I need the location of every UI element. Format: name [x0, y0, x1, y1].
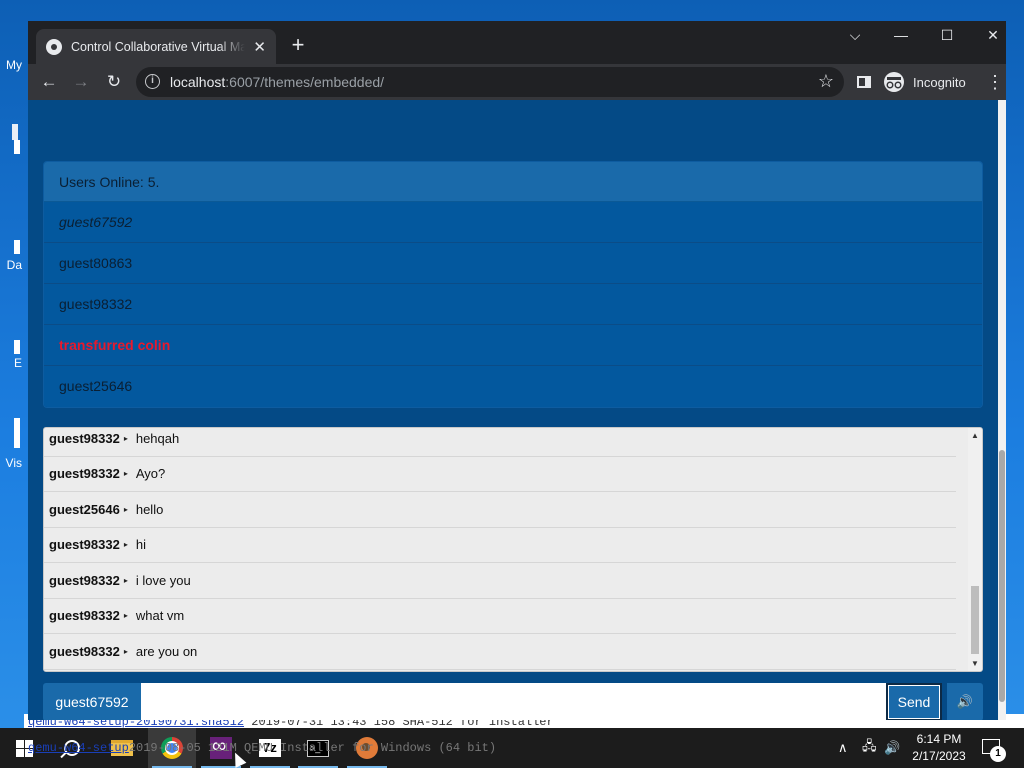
back-button[interactable]: ←: [37, 70, 61, 94]
chat-message: guest98332 ▸ hi: [44, 528, 956, 563]
desktop-icon-label[interactable]: E: [0, 356, 26, 370]
url-host: localhost: [170, 74, 226, 90]
chat-message-username[interactable]: guest25646: [49, 502, 120, 517]
scroll-up-arrow-icon[interactable]: ▲: [971, 431, 979, 440]
user-list-item[interactable]: guest80863: [44, 243, 982, 284]
desktop-icon[interactable]: [14, 418, 20, 448]
chat-message: guest98332 ▸ what vm: [44, 599, 956, 634]
chat-message-input[interactable]: [141, 683, 886, 720]
chat-message: guest98332 ▸ are you on: [44, 634, 956, 670]
send-button[interactable]: Send: [886, 683, 942, 720]
new-tab-button[interactable]: +: [286, 33, 310, 57]
browser-menu-icon[interactable]: ⋮: [986, 72, 1004, 92]
terminal-line: qemu-w64-setup2019-08-05 121M QEMU Insta…: [28, 740, 1024, 754]
chat-message-list: guest98332 ▸ hehqah guest98332 ▸ Ayo? guest256…: [44, 428, 964, 670]
chat-message-text: what vm: [135, 608, 185, 624]
chat-separator-icon: ▸: [123, 540, 128, 550]
site-favicon-icon: [46, 38, 62, 55]
chat-message-text: hi: [135, 537, 146, 553]
chat-scroll-thumb[interactable]: [971, 586, 979, 654]
chat-separator-icon: ▸: [123, 504, 128, 514]
maximize-button[interactable]: ☐: [932, 27, 962, 44]
tab-search-icon[interactable]: ⌵: [840, 27, 870, 44]
chat-separator-icon: ▸: [123, 646, 128, 656]
chat-separator-icon: ▸: [123, 469, 128, 479]
user-list-item[interactable]: transfurred colin: [44, 325, 982, 366]
site-info-icon[interactable]: i: [145, 74, 160, 89]
chat-message: guest98332 ▸ hehqah: [44, 428, 956, 457]
chat-panel: guest98332 ▸ hehqah guest98332 ▸ Ayo? guest256…: [43, 427, 983, 672]
chat-message-username[interactable]: guest98332: [49, 466, 120, 481]
chat-input-bar: guest67592 Send 🔊: [43, 683, 983, 720]
voice-toggle-button[interactable]: 🔊: [947, 683, 983, 720]
user-list-item[interactable]: guest25646: [44, 366, 982, 407]
terminal-link[interactable]: qemu-w64-setup: [28, 741, 129, 754]
users-online-panel: Users Online: 5. guest67592 guest80863 gue…: [43, 161, 983, 408]
desktop-icon[interactable]: [14, 340, 20, 354]
page-scroll-thumb[interactable]: [999, 450, 1005, 702]
tab-strip: Control Collaborative Virtual Machines ✕…: [28, 21, 1006, 64]
minimize-button[interactable]: —: [886, 27, 916, 43]
forward-button[interactable]: →: [69, 70, 93, 94]
chat-message-text: Ayo?: [135, 466, 166, 482]
chat-message: guest98332 ▸ i love you: [44, 563, 956, 599]
chat-message-username[interactable]: guest98332: [49, 537, 120, 552]
chat-message-username[interactable]: guest98332: [49, 608, 120, 623]
user-list-item[interactable]: guest98332: [44, 284, 982, 325]
bookmark-star-icon[interactable]: ☆: [818, 71, 834, 92]
url-path: :6007/themes/embedded/: [225, 74, 385, 90]
desktop-icon-label[interactable]: My: [0, 58, 26, 72]
browser-tab[interactable]: Control Collaborative Virtual Machines ✕: [36, 29, 276, 64]
tab-title: Control Collaborative Virtual Machines: [71, 39, 246, 54]
desktop-icon-label[interactable]: Vis: [0, 456, 26, 470]
chat-message-username[interactable]: guest98332: [49, 431, 120, 446]
users-online-header: Users Online: 5.: [44, 162, 982, 202]
close-window-button[interactable]: ✕: [978, 27, 1008, 44]
chat-message: guest98332 ▸ Ayo?: [44, 457, 956, 492]
chat-message-text: hehqah: [135, 430, 180, 446]
page-content: Users Online: 5. guest67592 guest80863 gue…: [28, 100, 998, 720]
browser-window: Control Collaborative Virtual Machines ✕…: [28, 21, 1006, 720]
page-scrollbar[interactable]: [998, 100, 1006, 720]
chat-message: guest25646 ▸ hello: [44, 492, 956, 528]
chat-message-username[interactable]: guest98332: [49, 573, 120, 588]
url-text[interactable]: localhost:6007/themes/embedded/: [170, 74, 384, 90]
chat-separator-icon: ▸: [123, 433, 128, 443]
user-list-item[interactable]: guest67592: [44, 202, 982, 243]
chat-scrollbar[interactable]: ▲ ▼: [968, 428, 982, 671]
chat-message-text: i love you: [135, 572, 191, 588]
chat-message-username[interactable]: guest98332: [49, 644, 120, 659]
address-bar[interactable]: i localhost:6007/themes/embedded/ ☆: [136, 67, 844, 97]
incognito-indicator[interactable]: Incognito: [884, 72, 966, 92]
chat-message-text: are you on: [135, 643, 198, 659]
desktop-icon-label[interactable]: Da: [0, 258, 26, 272]
current-username-badge[interactable]: guest67592: [43, 683, 141, 720]
desktop-icon[interactable]: [14, 140, 20, 154]
desktop-icon[interactable]: [14, 240, 20, 254]
browser-toolbar: ← → ↻ i localhost:6007/themes/embedded/ …: [28, 64, 1006, 100]
tab-close-icon[interactable]: ✕: [253, 38, 266, 56]
incognito-label: Incognito: [913, 74, 966, 90]
scroll-down-arrow-icon[interactable]: ▼: [971, 659, 979, 668]
desktop-icon[interactable]: [12, 124, 18, 140]
chat-separator-icon: ▸: [123, 575, 128, 585]
reload-button[interactable]: ↻: [102, 70, 126, 94]
terminal-text: 2019-08-05 121M QEMU Installer for Windo…: [128, 741, 497, 754]
side-panel-icon[interactable]: [857, 76, 871, 88]
chat-message-text: hello: [135, 501, 164, 517]
chat-separator-icon: ▸: [123, 611, 128, 621]
user-list: guest67592 guest80863 guest98332 transfurre…: [44, 202, 982, 407]
incognito-icon: [884, 72, 904, 92]
